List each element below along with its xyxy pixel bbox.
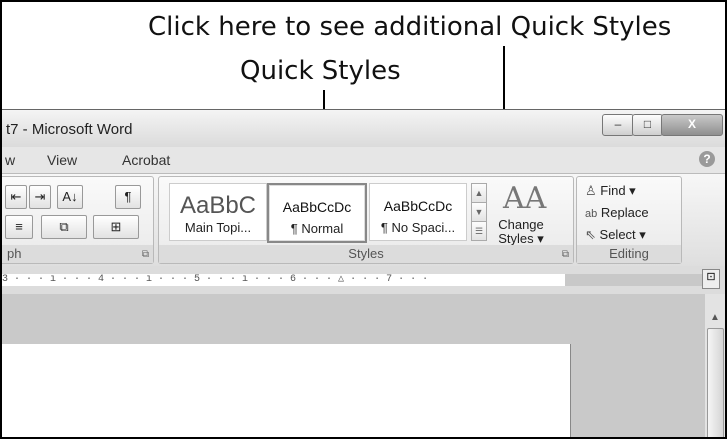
styles-dialog-launcher-icon[interactable]: ⧉ xyxy=(562,249,569,260)
editing-group-label: Editing xyxy=(577,245,681,263)
tab-review[interactable]: w xyxy=(5,152,15,168)
decrease-indent-button[interactable]: ⇤ xyxy=(5,185,27,209)
screenshot-frame: Click here to see additional Quick Style… xyxy=(0,0,727,439)
scroll-up-icon[interactable]: ▲ xyxy=(707,312,723,326)
style-preview: AaBbCcDc xyxy=(282,199,352,215)
style-name: Main Topi... xyxy=(184,220,252,235)
select-button[interactable]: ⇖ Select ▾ xyxy=(585,227,646,243)
style-name: ¶ Normal xyxy=(290,221,344,236)
replace-icon: ab xyxy=(585,208,598,220)
annotation-quick-styles: Quick Styles xyxy=(240,56,401,86)
ruler-margin xyxy=(565,274,705,286)
ruler-scale: 3 · · · ı · · · 4 · · · ı · · · 5 · · · … xyxy=(2,274,565,286)
line-spacing-button[interactable]: ≡ xyxy=(5,215,33,239)
horizontal-ruler[interactable]: 3 · · · ı · · · 4 · · · ı · · · 5 · · · … xyxy=(2,266,725,294)
styles-more-button[interactable]: ☰ xyxy=(471,221,487,241)
document-page[interactable] xyxy=(2,344,571,437)
styles-group: AaBbC Main Topi... AaBbCcDc ¶ Normal AaB… xyxy=(158,176,574,264)
replace-label: Replace xyxy=(600,205,649,220)
paragraph-group-label: ph xyxy=(2,245,153,263)
word-window: t7 - Microsoft Word – □ X w View Acrobat… xyxy=(2,109,725,437)
quick-style-normal[interactable]: AaBbCcDc ¶ Normal xyxy=(267,183,367,243)
window-title: t7 - Microsoft Word xyxy=(6,121,133,138)
styles-scroll-up-button[interactable]: ▲ xyxy=(471,183,487,203)
replace-button[interactable]: ab Replace xyxy=(585,205,649,220)
tab-view[interactable]: View xyxy=(47,152,77,168)
change-styles-icon: AA xyxy=(503,181,547,216)
style-preview: AaBbC xyxy=(179,192,257,219)
paragraph-group: ⇤ ⇥ A↓ ¶ ≡ ⧉ ⊞ ph ⧉ xyxy=(2,176,154,264)
change-styles-label-line1: Change xyxy=(498,217,544,232)
sort-button[interactable]: A↓ xyxy=(57,185,83,209)
styles-scroll-down-button[interactable]: ▼ xyxy=(471,202,487,222)
style-name: ¶ No Spaci... xyxy=(380,220,456,235)
cursor-icon: ⇖ xyxy=(585,227,596,242)
maximize-button[interactable]: □ xyxy=(632,114,663,136)
ribbon-tabs: w View Acrobat ? xyxy=(2,147,725,173)
annotation-additional-quick-styles: Click here to see additional Quick Style… xyxy=(148,12,672,42)
binoculars-icon: ♙ xyxy=(585,183,597,198)
editing-group: ♙ Find ▾ ab Replace ⇖ Select ▾ Editing xyxy=(576,176,682,264)
shading-button[interactable]: ⧉ xyxy=(41,215,87,239)
select-label: Select ▾ xyxy=(599,227,646,242)
paragraph-dialog-launcher-icon[interactable]: ⧉ xyxy=(142,249,149,260)
find-button[interactable]: ♙ Find ▾ xyxy=(585,183,636,199)
view-ruler-icon[interactable]: ⊡ xyxy=(702,269,720,289)
borders-button[interactable]: ⊞ xyxy=(93,215,139,239)
scroll-thumb[interactable] xyxy=(707,328,724,437)
tab-acrobat[interactable]: Acrobat xyxy=(122,152,170,168)
ribbon: ⇤ ⇥ A↓ ¶ ≡ ⧉ ⊞ ph ⧉ AaBbC Main Topi... A… xyxy=(2,173,725,268)
vertical-scrollbar[interactable]: ▲ xyxy=(705,294,725,437)
style-preview: AaBbCcDc xyxy=(383,198,453,214)
close-button[interactable]: X xyxy=(661,114,723,136)
help-icon[interactable]: ? xyxy=(699,151,715,167)
increase-indent-button[interactable]: ⇥ xyxy=(29,185,51,209)
change-styles-button[interactable]: AA Change Styles ▾ xyxy=(493,181,549,246)
quick-style-no-spacing[interactable]: AaBbCcDc ¶ No Spaci... xyxy=(369,183,467,241)
show-formatting-button[interactable]: ¶ xyxy=(115,185,141,209)
title-bar: t7 - Microsoft Word – □ X xyxy=(2,109,725,148)
document-area: ▲ xyxy=(2,294,725,437)
quick-style-main-topic[interactable]: AaBbC Main Topi... xyxy=(169,183,267,241)
find-label: Find ▾ xyxy=(600,183,636,198)
styles-group-label: Styles xyxy=(159,245,573,263)
minimize-button[interactable]: – xyxy=(602,114,634,136)
